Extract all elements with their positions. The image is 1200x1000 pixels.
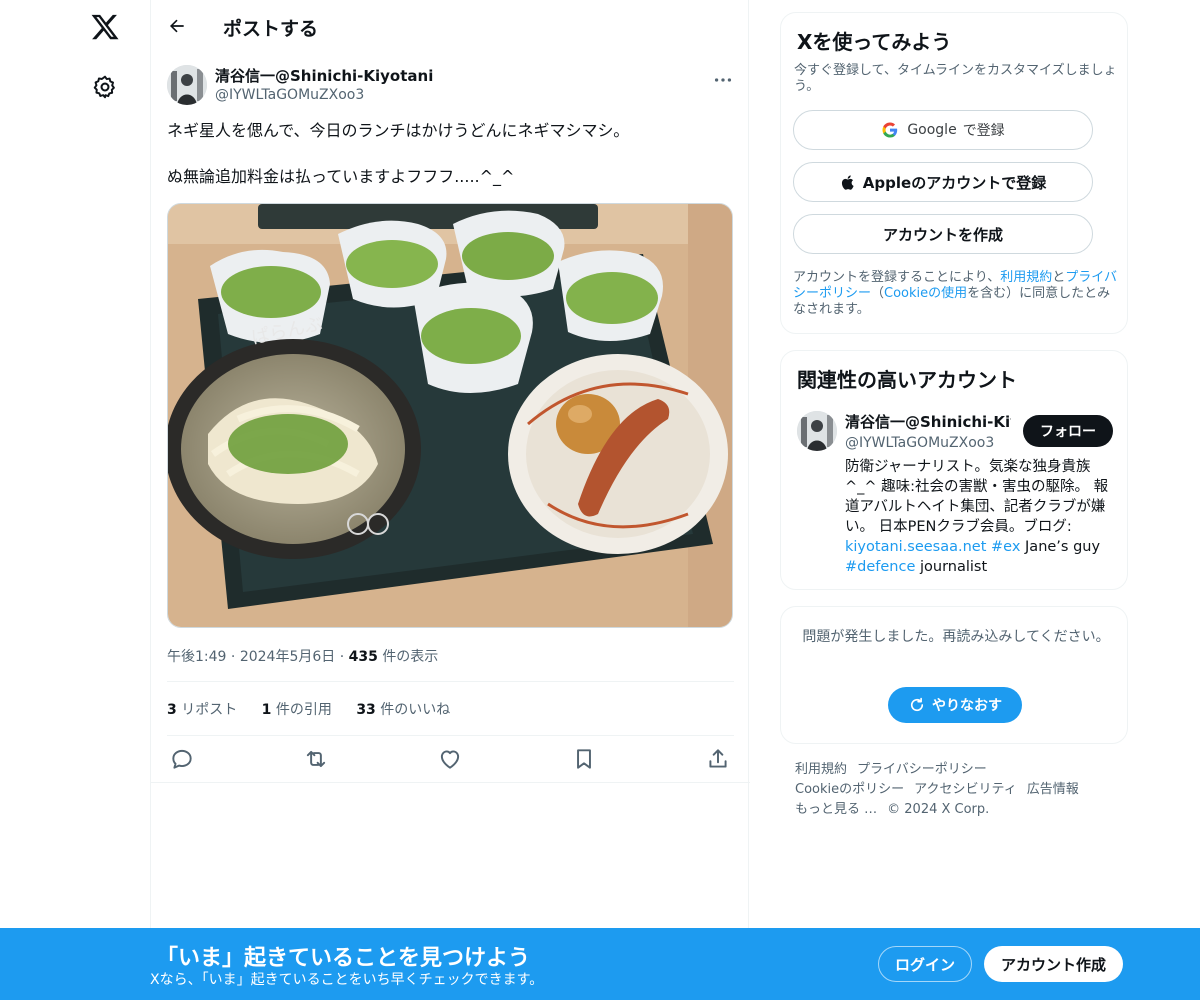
left-nav [0, 0, 150, 1000]
footer-link[interactable]: 広告情報 [1027, 782, 1079, 797]
footer-link[interactable]: アクセシビリティ [914, 782, 1017, 797]
follow-button[interactable]: フォロー [1023, 415, 1113, 447]
footer-link[interactable]: Cookieのポリシー [795, 782, 904, 797]
arrow-left-icon[interactable] [167, 16, 187, 36]
google-icon [882, 122, 898, 138]
create-account-label: アカウントを作成 [882, 225, 1003, 244]
related-account-handle[interactable]: @IYWLTaGOMuZXoo3 [845, 435, 994, 451]
terms-link[interactable]: 利用規約 [1000, 270, 1052, 285]
footer-link[interactable]: 利用規約 [795, 762, 847, 777]
post-actions [167, 744, 734, 774]
quotes-stat[interactable]: 1 件の引用 [262, 702, 332, 718]
author-name[interactable]: 清谷信一@Shinichi-Kiyotani [215, 65, 433, 86]
divider [167, 735, 734, 736]
divider [151, 782, 750, 783]
views-count: 435 [348, 649, 378, 665]
signup-button[interactable]: アカウント作成 [984, 946, 1123, 982]
post-photo[interactable]: ぱらんぶ [167, 203, 733, 628]
copyright: © 2024 X Corp. [887, 802, 990, 817]
page-title: ポストする [223, 18, 319, 40]
hashtag-link[interactable]: #defence [845, 559, 915, 575]
post-author: 清谷信一@Shinichi-Kiyotani @IYWLTaGOMuZXoo3 [167, 65, 734, 109]
post-text-line: ぬ無論追加料金は払っていますよフフフ.....^_^ [167, 167, 515, 186]
footer-link[interactable]: プライバシーポリシー [857, 762, 987, 777]
more-icon[interactable] [712, 69, 734, 91]
bookmark-icon[interactable] [571, 746, 597, 772]
signup-card-title: Xを使ってみよう [797, 30, 952, 54]
footer-links: 利用規約 プライバシーポリシー Cookieのポリシー アクセシビリティ 広告情報 も… [795, 760, 1115, 820]
related-accounts-card: 関連性の高いアカウント 清谷信一@Shinichi-Kiyotani @IYWL… [780, 350, 1128, 590]
avatar[interactable] [797, 411, 837, 451]
create-account-button[interactable]: アカウントを作成 [793, 214, 1093, 254]
post-stats: 3 リポスト 1 件の引用 33 件のいいね [167, 699, 470, 719]
signup-card: Xを使ってみよう 今すぐ登録して、タイムラインをカスタマイズしましょう。 Goo… [780, 12, 1128, 334]
reposts-stat[interactable]: 3 リポスト [167, 702, 237, 718]
gear-icon[interactable] [92, 74, 118, 100]
signup-card-subtitle: 今すぐ登録して、タイムラインをカスタマイズしましょう。 [794, 63, 1117, 94]
author-handle[interactable]: @IYWLTaGOMuZXoo3 [215, 87, 364, 103]
refresh-icon [910, 697, 924, 712]
signup-legal-text: アカウントを登録することにより、利用規約とプライバシーポリシー（Cookieの使… [793, 270, 1118, 317]
footer-link[interactable]: もっと見る … [795, 802, 877, 817]
onion-bowl [413, 282, 533, 393]
hashtag-link[interactable]: #ex [991, 539, 1020, 555]
google-signup-suffix: で登録 [962, 123, 1005, 139]
bottom-bar-title: 「いま」起きていることを見つけよう [156, 946, 531, 971]
error-message: 問題が発生しました。再読み込みしてください。 [802, 629, 1110, 645]
post-text-line: ネギ星人を偲んで、今日のランチはかけうどんにネギマシマシ。 [167, 121, 630, 140]
like-icon[interactable] [437, 746, 463, 772]
side-plate [508, 354, 728, 554]
post-meta: 午後1:49 · 2024年5月6日 · 435 件の表示 [167, 649, 439, 665]
bio-link[interactable]: kiyotani.seesaa.net [845, 539, 986, 555]
apple-signup-button[interactable]: Appleのアカウントで登録 [793, 162, 1093, 202]
likes-stat[interactable]: 33 件のいいね [356, 702, 450, 718]
retry-button[interactable]: やりなおす [888, 687, 1022, 723]
bottom-bar-subtitle: Xなら、「いま」起きていることをいち早くチェックできます。 [150, 972, 544, 988]
main-column: ポストする 清谷信一@Shinichi-Kiyotani @IYWLTaGOMu… [150, 0, 750, 1000]
divider [167, 681, 734, 682]
x-logo-icon[interactable] [90, 12, 120, 42]
google-signup-button[interactable]: Google で登録 [793, 110, 1093, 150]
cookie-link[interactable]: Cookieの使用 [884, 286, 967, 301]
error-card: 問題が発生しました。再読み込みしてください。 やりなおす [780, 606, 1128, 744]
post-text: ネギ星人を偲んで、今日のランチはかけうどんにネギマシマシ。 ぬ無論追加料金は払っ… [167, 120, 734, 188]
avatar[interactable] [167, 65, 207, 105]
page-header: ポストする [151, 0, 750, 53]
related-account-bio: 防衛ジャーナリスト。気楽な独身貴族 ^_^ 趣味:社会の害獣・害虫の駆除。 報道… [845, 459, 1109, 575]
related-card-title: 関連性の高いアカウント [797, 368, 1017, 392]
bottom-signup-bar: 「いま」起きていることを見つけよう Xなら、「いま」起きていることをいち早くチェ… [0, 928, 1200, 1000]
views-label: 件の表示 [382, 649, 439, 665]
apple-icon [841, 174, 854, 190]
repost-icon[interactable] [303, 746, 329, 772]
onion-bowl [558, 250, 663, 342]
login-button[interactable]: ログイン [878, 946, 972, 982]
post-date[interactable]: 2024年5月6日 [240, 649, 335, 665]
apple-signup-label: Appleのアカウントで登録 [862, 173, 1047, 192]
share-icon[interactable] [705, 746, 731, 772]
post-time[interactable]: 午後1:49 [167, 649, 226, 665]
google-brand-label: Google [907, 122, 957, 138]
related-account-name[interactable]: 清谷信一@Shinichi-Kiyotani [845, 411, 1011, 432]
reply-icon[interactable] [169, 746, 195, 772]
